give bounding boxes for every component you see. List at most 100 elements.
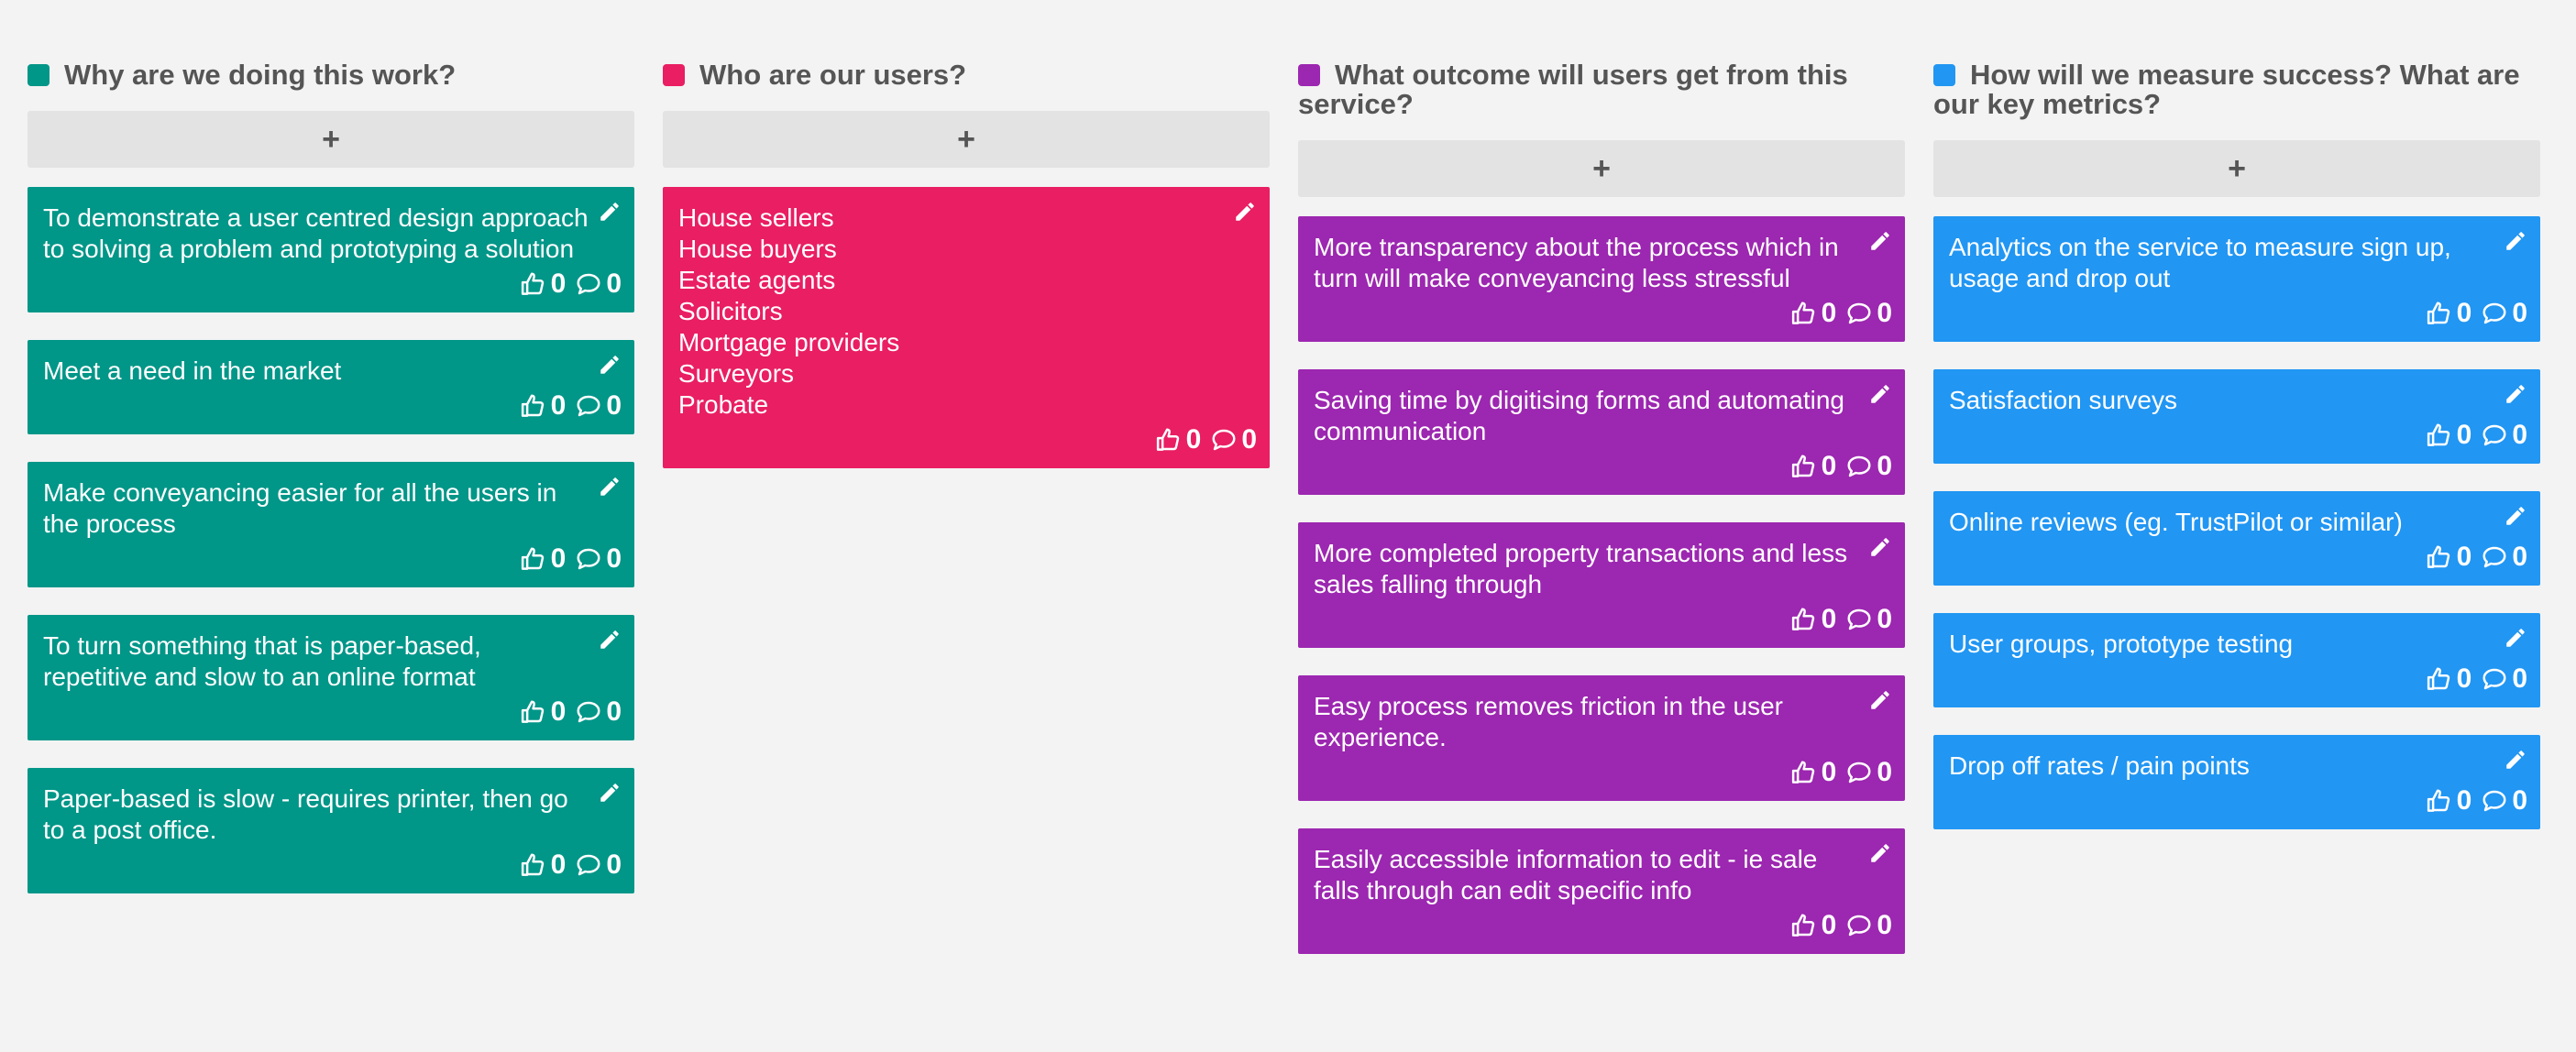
pencil-icon[interactable] <box>598 628 622 652</box>
thumbs-up-icon[interactable] <box>2426 543 2453 571</box>
card[interactable]: House sellers House buyers Estate agents… <box>663 187 1270 468</box>
comment-icon[interactable] <box>1845 759 1873 786</box>
thumbs-up-icon[interactable] <box>1790 606 1818 633</box>
pencil-icon[interactable] <box>2504 229 2527 253</box>
card[interactable]: Easily accessible information to edit - … <box>1298 828 1905 954</box>
comment-icon[interactable] <box>2481 300 2508 327</box>
card[interactable]: Analytics on the service to measure sign… <box>1933 216 2540 342</box>
thumbs-up-icon[interactable] <box>2426 787 2453 815</box>
vote-count: 0 <box>550 390 567 421</box>
column-title: Why are we doing this work? <box>64 59 457 91</box>
vote-count: 0 <box>1821 298 1837 328</box>
pencil-icon[interactable] <box>1233 200 1257 224</box>
card[interactable]: Paper-based is slow - requires printer, … <box>28 768 634 893</box>
comment-icon[interactable] <box>575 392 602 420</box>
card-footer: 00 <box>43 390 622 422</box>
card[interactable]: Meet a need in the market 0 0 <box>28 340 634 434</box>
comment-icon[interactable] <box>575 851 602 879</box>
comment-count: 0 <box>2512 663 2527 694</box>
comment-count: 0 <box>606 543 622 574</box>
vote-count: 0 <box>2456 663 2472 694</box>
thumbs-up-icon[interactable] <box>520 392 547 420</box>
pencil-icon[interactable] <box>1868 535 1892 559</box>
comment-icon[interactable] <box>1845 300 1873 327</box>
comment-count: 0 <box>2512 298 2527 328</box>
comment-count: 0 <box>2512 542 2527 572</box>
comment-icon[interactable] <box>1845 453 1873 480</box>
add-card-button[interactable]: + <box>663 111 1270 168</box>
pencil-icon[interactable] <box>1868 382 1892 406</box>
comment-count: 0 <box>1877 910 1892 940</box>
comment-icon[interactable] <box>2481 543 2508 571</box>
card[interactable]: Easy process removes friction in the use… <box>1298 675 1905 801</box>
comment-count: 0 <box>1877 298 1892 328</box>
comment-icon[interactable] <box>1845 912 1873 939</box>
thumbs-up-icon[interactable] <box>2426 422 2453 449</box>
card[interactable]: Drop off rates / pain points 0 0 <box>1933 735 2540 829</box>
thumbs-up-icon[interactable] <box>1790 300 1818 327</box>
pencil-icon[interactable] <box>598 200 622 224</box>
card-footer: 00 <box>1949 542 2527 573</box>
thumbs-up-icon[interactable] <box>1790 759 1818 786</box>
card-footer: 00 <box>43 268 622 300</box>
add-card-button[interactable]: + <box>1298 140 1905 197</box>
comment-icon[interactable] <box>575 545 602 573</box>
card[interactable]: User groups, prototype testing 0 0 <box>1933 613 2540 707</box>
card-footer: 00 <box>1949 420 2527 451</box>
thumbs-up-icon[interactable] <box>520 545 547 573</box>
column-title: Who are our users? <box>699 59 967 91</box>
pencil-icon[interactable] <box>1868 688 1892 712</box>
pencil-icon[interactable] <box>2504 382 2527 406</box>
card[interactable]: Make conveyancing easier for all the use… <box>28 462 634 587</box>
card[interactable]: More transparency about the process whic… <box>1298 216 1905 342</box>
vote-count: 0 <box>1185 424 1202 455</box>
thumbs-up-icon[interactable] <box>1155 426 1183 454</box>
card[interactable]: More completed property transactions and… <box>1298 522 1905 648</box>
pencil-icon[interactable] <box>2504 504 2527 528</box>
card-text: More transparency about the process whic… <box>1314 233 1839 292</box>
add-card-button[interactable]: + <box>1933 140 2540 197</box>
comment-icon[interactable] <box>2481 787 2508 815</box>
comment-count: 0 <box>2512 420 2527 450</box>
thumbs-up-icon[interactable] <box>520 851 547 879</box>
card-footer: 00 <box>1314 910 1892 941</box>
comment-count: 0 <box>606 696 622 727</box>
card[interactable]: Satisfaction surveys 0 0 <box>1933 369 2540 464</box>
pencil-icon[interactable] <box>1868 229 1892 253</box>
thumbs-up-icon[interactable] <box>1790 912 1818 939</box>
pencil-icon[interactable] <box>598 475 622 499</box>
vote-count: 0 <box>1821 604 1837 634</box>
card-text: To turn something that is paper-based, r… <box>43 631 481 691</box>
card-text: Meet a need in the market <box>43 356 342 385</box>
card-footer: 00 <box>1949 663 2527 695</box>
add-card-button[interactable]: + <box>28 111 634 168</box>
comment-icon[interactable] <box>575 698 602 726</box>
comment-icon[interactable] <box>2481 665 2508 693</box>
card-text: Paper-based is slow - requires printer, … <box>43 784 568 844</box>
retro-board: Why are we doing this work? + To demonstra… <box>28 60 2541 981</box>
card[interactable]: To turn something that is paper-based, r… <box>28 615 634 740</box>
thumbs-up-icon[interactable] <box>2426 665 2453 693</box>
pencil-icon[interactable] <box>2504 626 2527 650</box>
card-text: Online reviews (eg. TrustPilot or simila… <box>1949 508 2403 536</box>
thumbs-up-icon[interactable] <box>2426 300 2453 327</box>
vote-count: 0 <box>2456 542 2472 572</box>
comment-icon[interactable] <box>2481 422 2508 449</box>
pencil-icon[interactable] <box>598 781 622 805</box>
pencil-icon[interactable] <box>1868 841 1892 865</box>
card[interactable]: Online reviews (eg. TrustPilot or simila… <box>1933 491 2540 586</box>
card[interactable]: Saving time by digitising forms and auto… <box>1298 369 1905 495</box>
comment-icon[interactable] <box>1210 426 1238 454</box>
pencil-icon[interactable] <box>2504 748 2527 772</box>
thumbs-up-icon[interactable] <box>520 270 547 298</box>
card-text: Saving time by digitising forms and auto… <box>1314 386 1844 445</box>
comment-icon[interactable] <box>575 270 602 298</box>
pencil-icon[interactable] <box>598 353 622 377</box>
thumbs-up-icon[interactable] <box>1790 453 1818 480</box>
column-title: How will we measure success? What are ou… <box>1933 59 2520 120</box>
thumbs-up-icon[interactable] <box>520 698 547 726</box>
card[interactable]: To demonstrate a user centred design app… <box>28 187 634 312</box>
vote-count: 0 <box>2456 785 2472 816</box>
comment-icon[interactable] <box>1845 606 1873 633</box>
column-header: How will we measure success? What are ou… <box>1933 60 2540 119</box>
